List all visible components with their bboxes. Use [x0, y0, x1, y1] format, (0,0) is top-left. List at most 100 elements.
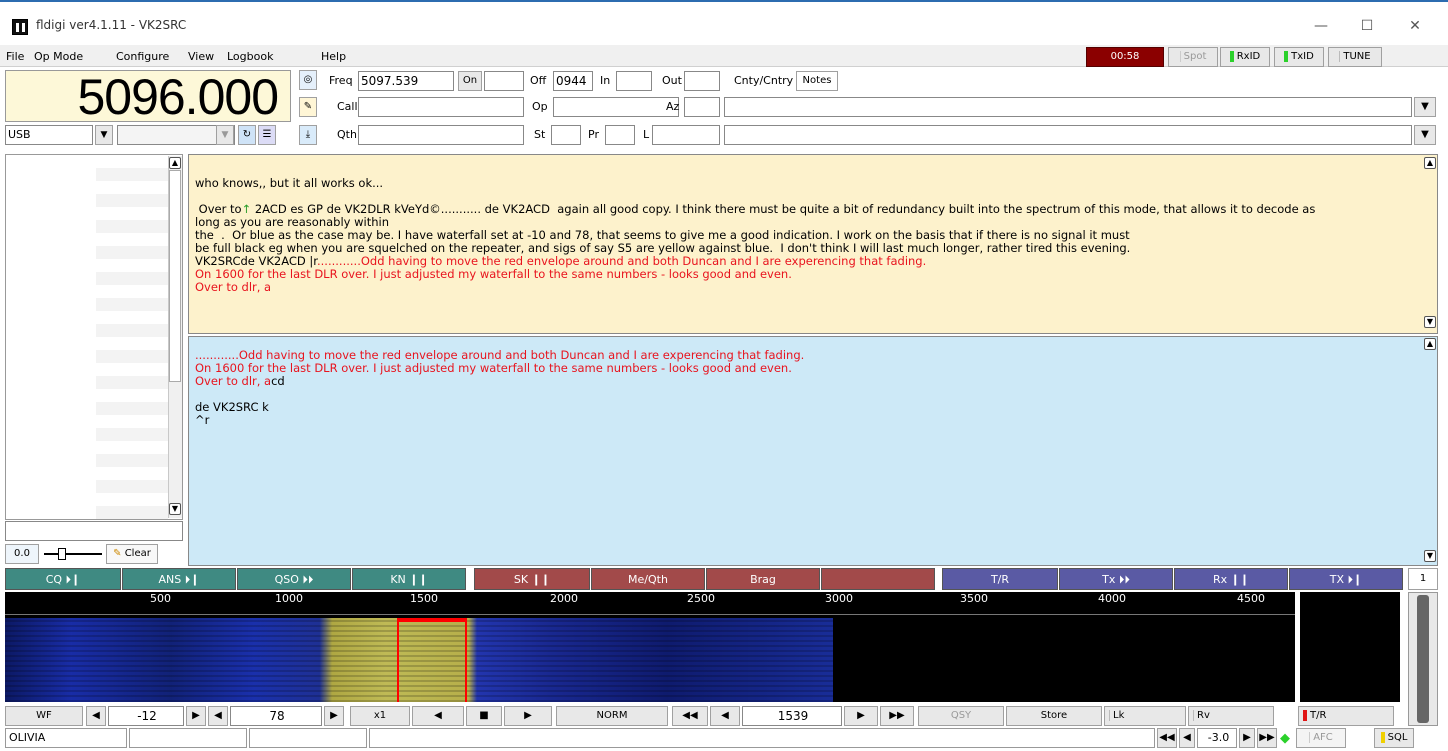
fast-forward-icon[interactable]: ▶▶	[880, 706, 914, 726]
macro-qso[interactable]: QSO ⏵⏵	[237, 568, 351, 590]
wf-mode-button[interactable]: WF	[5, 706, 83, 726]
macro-brag[interactable]: Brag	[706, 568, 820, 590]
s2n-fast-back-icon[interactable]: ◀◀	[1157, 728, 1177, 748]
on-button[interactable]: On	[458, 71, 482, 91]
broom-icon[interactable]: ✎	[299, 97, 317, 117]
menu-logbook[interactable]: Logbook	[227, 50, 273, 63]
rx-scroll-down-icon[interactable]: ▼	[1424, 316, 1436, 328]
out-field[interactable]	[684, 71, 720, 91]
signal-browser[interactable]	[5, 154, 183, 520]
qsy-button[interactable]: QSY	[918, 706, 1004, 726]
macro-sk[interactable]: SK ❙❙	[474, 568, 590, 590]
save-log-icon[interactable]: ⤓	[299, 125, 317, 145]
in-field[interactable]	[616, 71, 652, 91]
az-field[interactable]	[684, 97, 720, 117]
notes-dropdown-icon[interactable]: ▼	[1414, 97, 1436, 117]
op-field[interactable]	[553, 97, 679, 117]
tx-scroll-up-icon[interactable]: ▲	[1424, 338, 1436, 350]
tx-scroll-down-icon[interactable]: ▼	[1424, 550, 1436, 562]
menu-file[interactable]: File	[6, 50, 24, 63]
rx-scroll-up-icon[interactable]: ▲	[1424, 157, 1436, 169]
tr-toggle[interactable]: T/R	[1298, 706, 1394, 726]
macro-tx-end[interactable]: TX ⏵❙	[1289, 568, 1403, 590]
list-icon[interactable]: ☰	[258, 125, 276, 145]
range-field[interactable]: 78	[230, 706, 322, 726]
minimize-button[interactable]: —	[1298, 14, 1344, 38]
ref-level-field[interactable]: -12	[108, 706, 184, 726]
s2n-back-icon[interactable]: ◀	[1179, 728, 1195, 748]
freq-field[interactable]: 5097.539	[358, 71, 454, 91]
frequency-display[interactable]: 5096.000	[5, 70, 291, 123]
sync-icon[interactable]: ↻	[238, 125, 256, 145]
app-icon	[12, 19, 28, 35]
rxid-toggle[interactable]: RxID	[1220, 47, 1270, 67]
macro-kn[interactable]: KN ❙❙	[352, 568, 466, 590]
scroll-up-icon[interactable]: ▲	[169, 157, 181, 169]
pr-field[interactable]	[605, 125, 635, 145]
mode-status[interactable]: OLIVIA	[5, 728, 127, 748]
pan-right-icon[interactable]: ▶	[504, 706, 552, 726]
s2n-forward-icon[interactable]: ▶	[1239, 728, 1255, 748]
spot-toggle[interactable]: Spot	[1168, 47, 1218, 67]
off-field[interactable]: 0944	[553, 71, 593, 91]
macro-page-indicator[interactable]: 1	[1408, 568, 1438, 590]
menu-view[interactable]: View	[188, 50, 214, 63]
store-button[interactable]: Store	[1006, 706, 1102, 726]
fast-back-icon[interactable]: ◀◀	[672, 706, 708, 726]
reverse-toggle[interactable]: Rv	[1188, 706, 1274, 726]
range-decrease-icon[interactable]: ◀	[208, 706, 228, 726]
menu-help[interactable]: Help	[321, 50, 346, 63]
zoom-button[interactable]: x1	[350, 706, 410, 726]
tab-cnty-cntry[interactable]: Cnty/Cntry	[734, 71, 793, 91]
macro-me-qth[interactable]: Me/Qth	[591, 568, 705, 590]
step-forward-icon[interactable]: ▶	[844, 706, 878, 726]
ref-level-increase-icon[interactable]: ▶	[186, 706, 206, 726]
step-back-icon[interactable]: ◀	[710, 706, 740, 726]
lock-toggle[interactable]: Lk	[1104, 706, 1186, 726]
cursor-freq-field[interactable]: 1539	[742, 706, 842, 726]
macro-cq[interactable]: CQ ⏵❙	[5, 568, 121, 590]
on-field[interactable]	[484, 71, 524, 91]
range-increase-icon[interactable]: ▶	[324, 706, 344, 726]
macro-tr[interactable]: T/R	[942, 568, 1058, 590]
mode-dropdown-icon[interactable]: ▼	[95, 125, 113, 145]
afc-toggle[interactable]: AFC	[1296, 728, 1346, 748]
tune-toggle[interactable]: TUNE	[1328, 47, 1382, 67]
scroll-down-icon[interactable]: ▼	[169, 503, 181, 515]
country-dropdown-icon[interactable]: ▼	[1414, 125, 1436, 145]
browser-search-field[interactable]	[5, 521, 183, 541]
ref-level-decrease-icon[interactable]: ◀	[86, 706, 106, 726]
st-field[interactable]	[551, 125, 581, 145]
s2n-fast-forward-icon[interactable]: ▶▶	[1257, 728, 1277, 748]
macro-empty[interactable]	[821, 568, 935, 590]
bandwidth-dropdown-icon[interactable]: ▼	[216, 125, 234, 145]
title-bar	[0, 0, 1448, 43]
menu-configure[interactable]: Configure	[116, 50, 169, 63]
stop-icon[interactable]: ■	[466, 706, 502, 726]
tx-text-pane[interactable]: ............Odd having to move the red e…	[188, 336, 1438, 566]
scroll-thumb[interactable]	[169, 170, 181, 382]
rx-cursor-marker[interactable]	[397, 618, 467, 702]
tab-notes[interactable]: Notes	[796, 71, 838, 91]
squelch-slider[interactable]	[44, 548, 102, 560]
rx-text-pane[interactable]: who knows,, but it all works ok... Over …	[188, 154, 1438, 334]
pan-left-icon[interactable]: ◀	[412, 706, 464, 726]
locator-field[interactable]	[652, 125, 720, 145]
macro-tx[interactable]: Tx ⏵⏵	[1059, 568, 1173, 590]
country-field[interactable]	[724, 125, 1412, 145]
txid-toggle[interactable]: TxID	[1274, 47, 1324, 67]
qth-field[interactable]	[358, 125, 524, 145]
notes-field[interactable]	[724, 97, 1412, 117]
menu-opmode[interactable]: Op Mode	[34, 50, 83, 63]
timer-button[interactable]: 00:58	[1086, 47, 1164, 67]
close-button[interactable]: ✕	[1392, 14, 1438, 38]
globe-icon[interactable]: ◎	[299, 70, 317, 90]
macro-ans[interactable]: ANS ⏵❙	[122, 568, 236, 590]
norm-button[interactable]: NORM	[556, 706, 668, 726]
macro-rx[interactable]: Rx ❙❙	[1174, 568, 1288, 590]
sql-toggle[interactable]: SQL	[1374, 728, 1414, 748]
maximize-button[interactable]: ☐	[1344, 14, 1390, 38]
call-field[interactable]	[358, 97, 524, 117]
clear-button[interactable]: ✎ Clear	[106, 544, 158, 564]
mode-select[interactable]: USB	[5, 125, 93, 145]
